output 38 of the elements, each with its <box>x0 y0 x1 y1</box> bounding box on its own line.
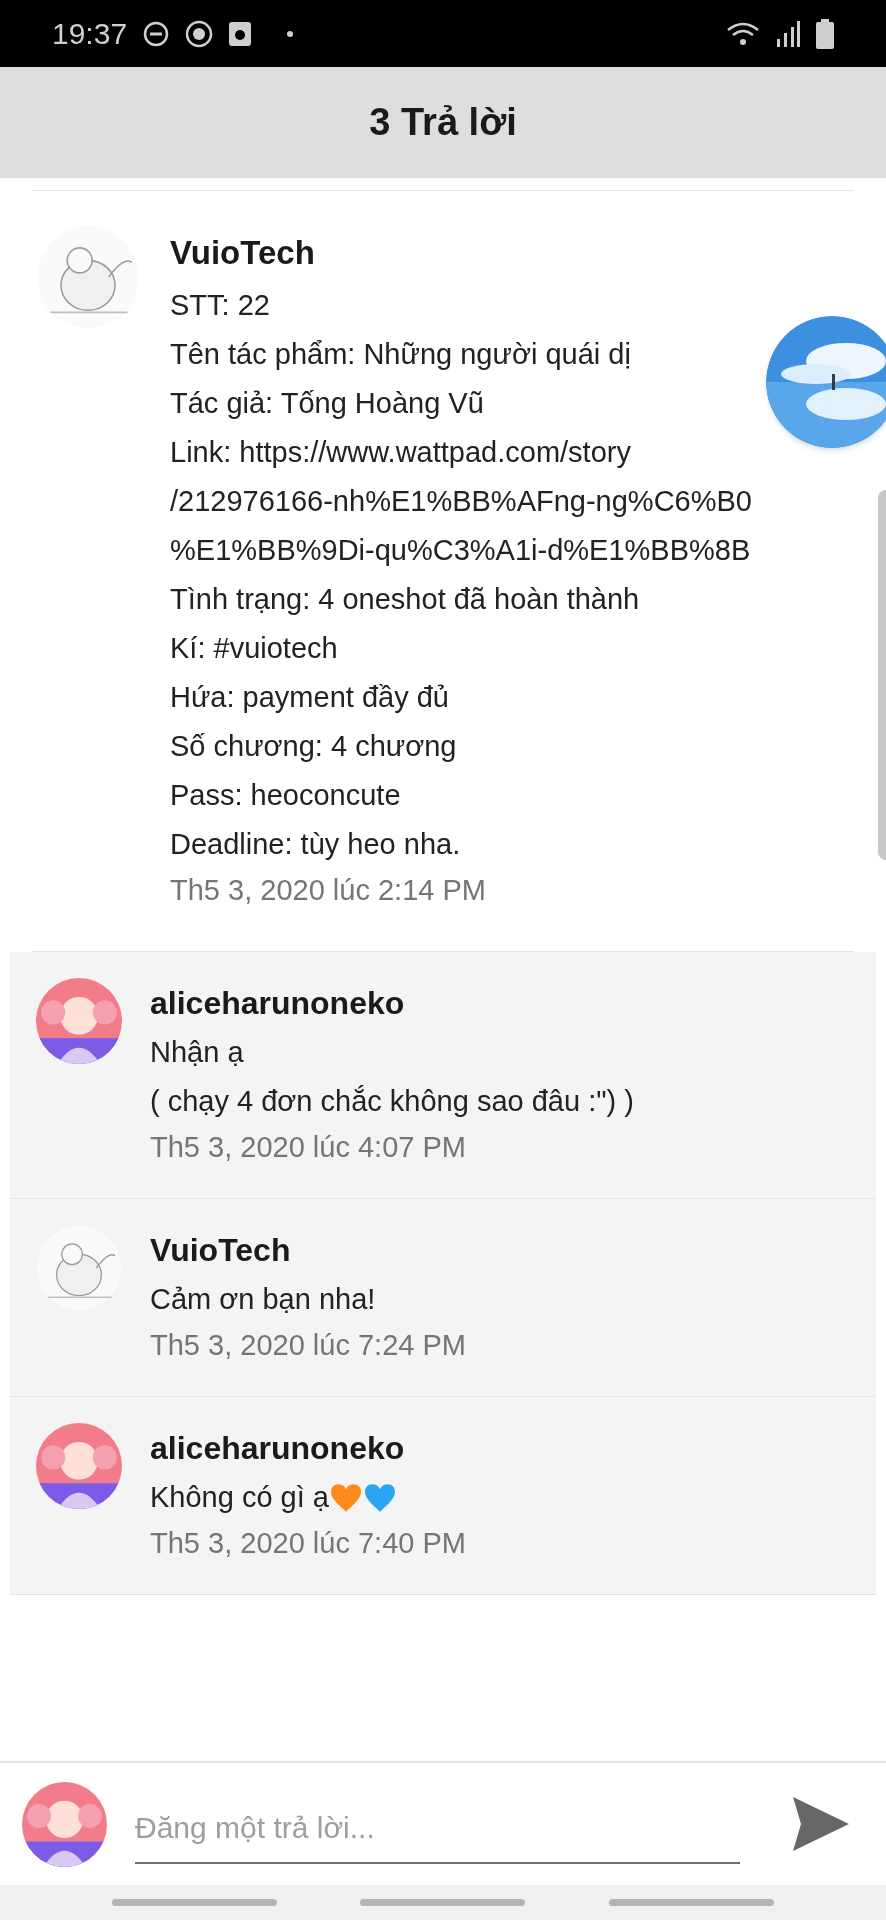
signal-icon <box>776 20 800 47</box>
do-not-disturb-icon <box>143 20 170 47</box>
aperture-icon <box>185 19 214 48</box>
send-icon[interactable] <box>792 1796 850 1852</box>
post-text: Link: https://www.wattpad.com/story <box>170 435 632 470</box>
clock-icon <box>229 21 252 46</box>
header-title: 3 Trả lời <box>369 100 517 145</box>
dot-icon <box>287 30 294 37</box>
author-name: VuioTech <box>150 1231 292 1270</box>
post-text: Tên tác phẩm: Những người quái dị <box>170 337 632 372</box>
reply-text: Cảm ơn bạn nha! <box>150 1282 376 1317</box>
post-text: Tác giả: Tống Hoàng Vũ <box>170 386 485 421</box>
reply-text: ( chạy 4 đơn chắc không sao đâu :") ) <box>150 1084 634 1119</box>
post-text: Hứa: payment đầy đủ <box>170 680 450 715</box>
reply-text: Nhận ạ <box>150 1035 244 1070</box>
battery-icon <box>816 18 834 49</box>
status-time: 19:37 <box>52 16 128 52</box>
author-name: aliceharunoneko <box>150 984 406 1023</box>
wifi-icon <box>726 20 760 47</box>
timestamp: Th5 3, 2020 lúc 4:07 PM <box>150 1130 467 1165</box>
post-text: Tình trạng: 4 oneshot đã hoàn thành <box>170 582 641 617</box>
reply-input-field[interactable]: Đăng một trả lời... <box>135 1800 740 1864</box>
timestamp: Th5 3, 2020 lúc 7:40 PM <box>150 1526 466 1561</box>
post-text: %E1%BB%9Di-qu%C3%A1i-d%E1%BB%8B <box>170 533 752 568</box>
post-text: /212976166-nh%E1%BB%AFng-ng%C6%B0 <box>170 484 752 519</box>
timestamp: Th5 3, 2020 lúc 7:24 PM <box>150 1328 466 1363</box>
post-text: STT: 22 <box>170 288 271 323</box>
post-text: Số chương: 4 chương <box>170 729 458 764</box>
post-text: Kí: #vuiotech <box>170 631 339 666</box>
author-name: aliceharunoneko <box>150 1429 406 1468</box>
nav-handle[interactable] <box>609 1899 775 1906</box>
nav-handle[interactable] <box>111 1899 277 1906</box>
timestamp: Th5 3, 2020 lúc 2:14 PM <box>170 873 487 908</box>
post-text: Deadline: tùy heo nha. <box>170 827 462 862</box>
author-name: VuioTech <box>170 233 316 273</box>
nav-handle[interactable] <box>360 1899 526 1906</box>
post-text: Pass: heoconcute <box>170 778 402 813</box>
reply-text: Không có gì ạ <box>150 1480 329 1515</box>
